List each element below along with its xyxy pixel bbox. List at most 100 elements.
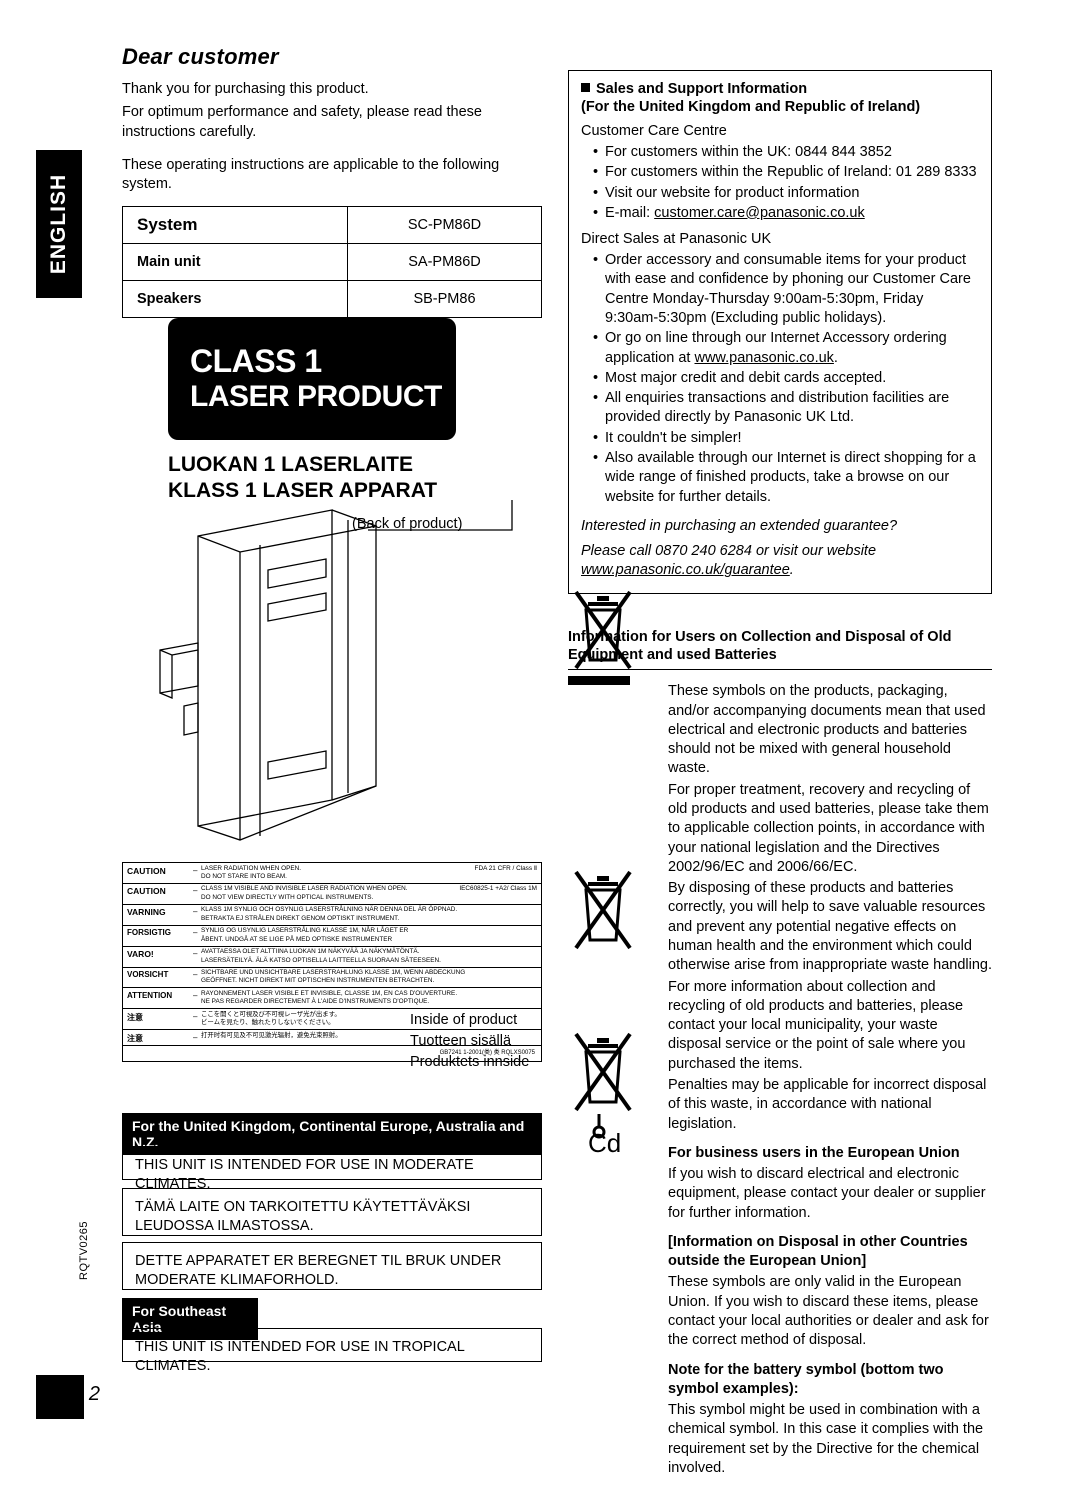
caution-text: CLASS 1M VISIBLE AND INVISIBLE LASER RAD… [201, 885, 408, 901]
page-title: Dear customer [122, 44, 279, 69]
other-countries-body: These symbols are only valid in the Euro… [668, 1274, 989, 1349]
caution-text: KLASS 1M SYNLIG OCH OSYNLIG LASERSTRÅLNI… [201, 906, 458, 922]
sales-subheading: (For the United Kingdom and Republic of … [581, 99, 921, 115]
business-users-heading: For business users in the European Union [668, 1144, 960, 1161]
caution-row: ATTENTION – RAYONNEMENT LASER VISIBLE ET… [123, 988, 541, 1010]
list-item-email: E-mail: customer.care@panasonic.co.uk [593, 204, 979, 224]
speakers-label: Speakers [122, 280, 348, 319]
main-unit-value: SA-PM86D [347, 243, 542, 282]
disposal-para-1: These symbols on the products, packaging… [668, 683, 986, 777]
disposal-para-2: For proper treatment, recovery and recyc… [668, 781, 989, 875]
caution-text: SYNLIG OG USYNLIG LASERSTRÅLING KLASSE 1… [201, 927, 409, 943]
caution-dash: – [193, 928, 198, 938]
inside-line-en: Inside of product [410, 1012, 518, 1028]
caution-dash: – [193, 907, 198, 917]
caution-row: VARO! – AVATTAESSA OLET ALTTIINA LUOKAN … [123, 947, 541, 968]
system-label: System [122, 206, 348, 245]
language-tab-label: ENGLISH [47, 173, 70, 275]
list-item: Most major credit and debit cards accept… [593, 369, 979, 389]
caution-row: CAUTION – IEC60825-1 +A2/ Class 1M CLASS… [123, 884, 541, 905]
table-row: System SC-PM86D [122, 206, 542, 245]
email-link[interactable]: customer.care@panasonic.co.uk [654, 205, 865, 221]
customer-care-centre-label: Customer Care Centre [581, 123, 727, 139]
business-users-body: If you wish to discard electrical and el… [668, 1166, 986, 1221]
guarantee-call: Please call 0870 240 6284 or visit our w… [581, 543, 877, 560]
system-table: System SC-PM86D Main unit SA-PM86D Speak… [122, 206, 542, 319]
caution-tag: 注意 [127, 1033, 143, 1043]
disposal-para-3: By disposing of these products and batte… [668, 880, 993, 974]
intro-paragraph-2: For optimum performance and safety, plea… [122, 104, 483, 140]
laser-class-line2: LASER PRODUCT [190, 380, 442, 414]
direct-sales-list: Order accessory and consumable items for… [581, 251, 979, 507]
climate-box-finnish: TÄMÄ LAITE ON TARKOITETTU KÄYTETTÄVÄKSI … [122, 1188, 542, 1236]
caution-dash: – [193, 970, 198, 980]
caution-dash: – [193, 1032, 198, 1042]
caution-tag: FORSIGTIG [127, 928, 171, 938]
customer-care-list: For customers within the UK: 0844 844 38… [581, 143, 979, 223]
weee-battery-bin-icon [574, 870, 632, 950]
caution-row: FORSIGTIG – SYNLIG OG USYNLIG LASERSTRÅL… [123, 926, 541, 947]
guarantee-question: Interested in purchasing an extended gua… [581, 517, 898, 534]
inside-line-fi: Tuotteen sisällä [410, 1033, 512, 1050]
caution-tag: 注意 [127, 1012, 143, 1022]
caution-row: VORSICHT – SICHTBARE UND UNSICHTBARE LAS… [123, 968, 541, 989]
luokan-klass-label: LUOKAN 1 LASERLAITE KLASS 1 LASER APPARA… [168, 452, 528, 505]
caution-row: CAUTION – FDA 21 CFR / Class Ⅱ LASER RAD… [123, 863, 541, 884]
laser-class-line1: CLASS 1 [190, 343, 322, 380]
caution-text: SICHTBARE UND UNSICHTBARE LASERSTRAHLUNG… [201, 969, 466, 985]
sales-support-box: Sales and Support Information (For the U… [568, 70, 992, 594]
table-row: Speakers SB-PM86 [122, 280, 542, 319]
list-item: It couldn't be simpler! [593, 429, 979, 449]
guarantee-link[interactable]: www.panasonic.co.uk/guarantee [581, 562, 790, 578]
caution-dash: – [193, 949, 198, 959]
climate-box-tropical: THIS UNIT IS INTENDED FOR USE IN TROPICA… [122, 1328, 542, 1374]
caution-tag: CAUTION [127, 865, 166, 876]
battery-symbol-body: This symbol might be used in combination… [668, 1402, 984, 1476]
main-unit-label: Main unit [122, 243, 348, 282]
caution-text: LASER RADIATION WHEN OPEN. DO NOT STARE … [201, 864, 302, 880]
page-number-box: 2 [36, 1375, 100, 1419]
caution-tag: VARO! [127, 949, 154, 960]
caution-dash: – [193, 990, 198, 1000]
caution-dash: – [193, 886, 198, 896]
inside-line-no: Produktets innside [410, 1054, 530, 1071]
list-item: For customers within the Republic of Ire… [593, 163, 979, 183]
disposal-para-5: Penalties may be applicable for incorrec… [668, 1076, 987, 1132]
direct-sales-label: Direct Sales at Panasonic UK [581, 231, 772, 248]
intro-paragraph-3: These operating instructions are applica… [122, 156, 500, 193]
climate-box-norwegian: DETTE APPARATET ER BEREGNET TIL BRUK UND… [122, 1242, 542, 1290]
list-item: For customers within the UK: 0844 844 38… [593, 143, 979, 163]
list-item: Also available through our Internet is d… [593, 449, 979, 507]
disposal-para-4: For more information about collection an… [668, 978, 966, 1072]
caution-dash: – [193, 865, 198, 875]
website-link[interactable]: www.panasonic.co.uk [694, 350, 833, 366]
climate-box-english: THIS UNIT IS INTENDED FOR USE IN MODERAT… [122, 1146, 542, 1192]
list-item: All enquiries transactions and distribut… [593, 389, 979, 428]
list-item: Visit our website for product informatio… [593, 184, 979, 204]
intro-paragraph-1: Thank you for purchasing this product. [122, 81, 369, 97]
caution-standard: IEC60825-1 +A2/ Class 1M [459, 885, 537, 893]
guarantee-period: . [789, 562, 794, 579]
class1-laser-product-label: CLASS 1 LASER PRODUCT [168, 318, 456, 440]
battery-symbol-heading: Note for the battery symbol (bottom two … [668, 1361, 944, 1397]
caution-text: AVATTAESSA OLET ALTTIINA LUOKAN 1M NÄKYV… [201, 948, 441, 964]
left-column: Dear customer Thank you for purchasing t… [122, 44, 544, 319]
document-code: RQTV0265 [78, 1220, 90, 1280]
caution-row: VARNING – KLASS 1M SYNLIG OCH OSYNLIG LA… [123, 905, 541, 926]
manual-page: ENGLISH 2 RQTV0265 Dear customer Thank y… [0, 0, 1080, 1491]
product-illustration [159, 500, 513, 841]
speakers-value: SB-PM86 [347, 280, 542, 319]
caution-tag: VORSICHT [127, 970, 169, 980]
caution-standard: FDA 21 CFR / Class Ⅱ [474, 864, 537, 872]
other-countries-heading: [Information on Disposal in other Countr… [668, 1233, 968, 1270]
caution-text: RAYONNEMENT LASER VISIBLE ET INVISIBLE, … [201, 989, 458, 1006]
caution-tag: ATTENTION [127, 990, 173, 1000]
list-item: Order accessory and consumable items for… [593, 251, 979, 328]
page-number: 2 [88, 1383, 100, 1405]
language-tab: ENGLISH [36, 150, 82, 298]
inside-of-product-caption: Inside of product Tuotteen sisällä Produ… [410, 1010, 529, 1073]
table-row: Main unit SA-PM86D [122, 243, 542, 282]
cadmium-symbol-label: Cd [588, 1128, 622, 1158]
system-value: SC-PM86D [347, 206, 542, 245]
list-item-website: Or go on line through our Internet Acces… [593, 329, 979, 368]
